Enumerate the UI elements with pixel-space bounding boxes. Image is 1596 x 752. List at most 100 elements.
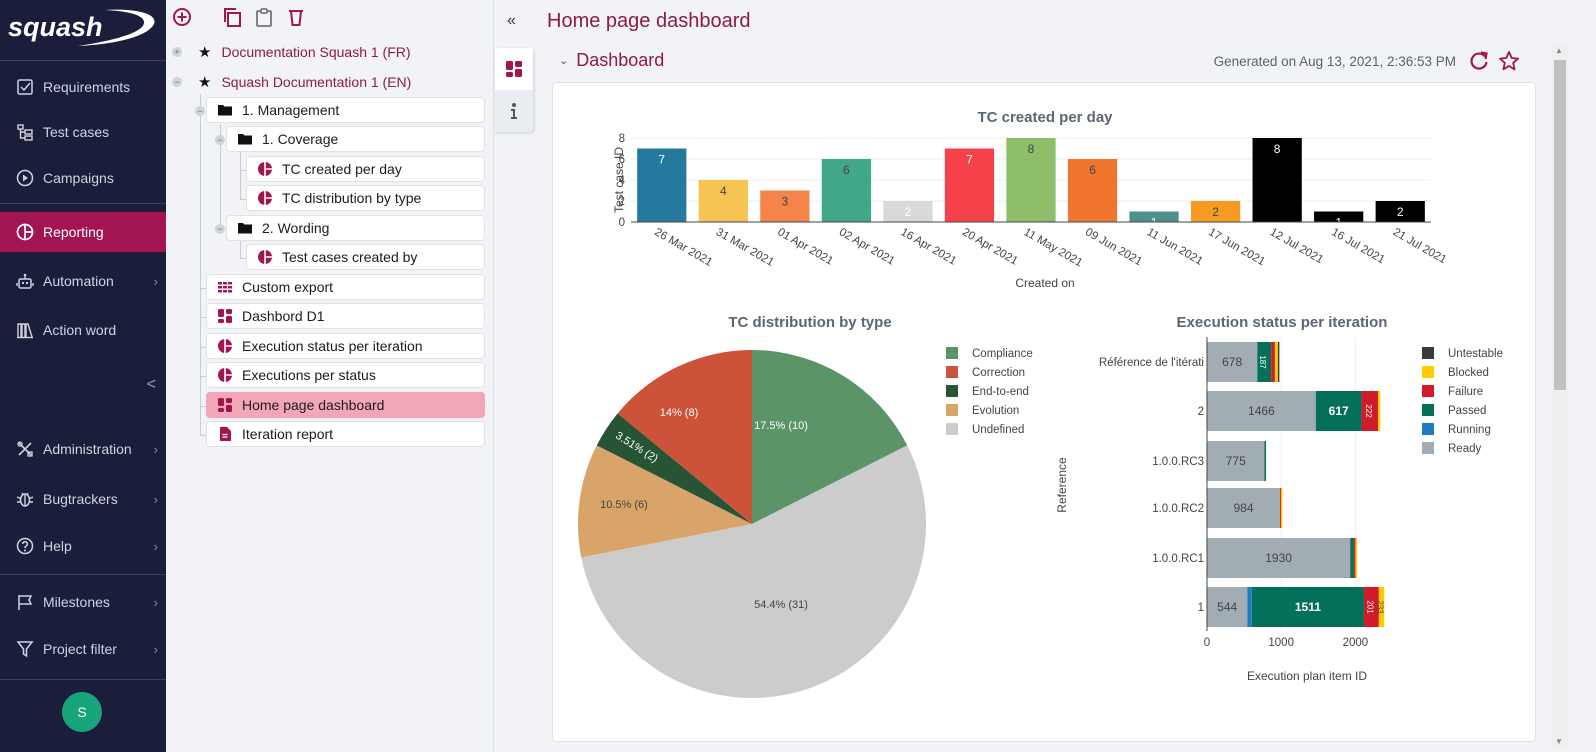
tree-node-dashboard[interactable]: Home page dashboard bbox=[206, 392, 485, 418]
nav-item-test-cases[interactable]: Test cases bbox=[0, 112, 166, 152]
nav-item-label: Project filter bbox=[43, 641, 117, 657]
y-tick-label: 1.0.0.RC3 bbox=[1152, 456, 1204, 468]
legend-label: Undefined bbox=[972, 424, 1024, 436]
nav-item-label: Campaigns bbox=[43, 170, 114, 186]
nav-item-campaigns[interactable]: Campaigns bbox=[0, 158, 166, 198]
paste-icon[interactable] bbox=[254, 6, 274, 28]
x-tick-label: 16 Jul 2021 bbox=[1329, 226, 1387, 266]
tree-node-folder[interactable]: 2. Wording bbox=[226, 215, 485, 241]
dashboard-icon bbox=[218, 398, 232, 412]
y-tick-label: 1.0.0.RC1 bbox=[1152, 553, 1204, 565]
nav-item-label: Milestones bbox=[43, 594, 110, 610]
x-tick-label: 26 Mar 2021 bbox=[652, 226, 714, 269]
star-icon: ★ bbox=[198, 44, 212, 61]
tree-node-chart[interactable]: Execution status per iteration bbox=[206, 333, 485, 359]
nav-divider bbox=[0, 203, 166, 204]
tree-node-label: Iteration report bbox=[242, 426, 334, 442]
legend-swatch bbox=[946, 423, 958, 435]
tree-node-report[interactable]: Iteration report bbox=[206, 421, 485, 447]
bar-segment-label: 775 bbox=[1226, 454, 1246, 468]
tree-node-label: Executions per status bbox=[242, 367, 376, 383]
bar-segment bbox=[1247, 587, 1252, 627]
tab-information[interactable] bbox=[495, 90, 533, 132]
add-circle-icon[interactable] bbox=[172, 6, 192, 28]
tree-node-folder[interactable]: 1. Management bbox=[206, 97, 485, 123]
user-avatar[interactable]: S bbox=[62, 692, 102, 732]
favorite-star-icon[interactable] bbox=[1498, 50, 1520, 72]
bar-value-label: 6 bbox=[1089, 163, 1096, 177]
bar-segment bbox=[1355, 538, 1357, 578]
bar-segment bbox=[1353, 538, 1356, 578]
x-axis-label: Created on bbox=[1015, 276, 1074, 290]
nav-item-requirements[interactable]: Requirements bbox=[0, 67, 166, 107]
legend-label: Untestable bbox=[1448, 348, 1503, 360]
squash-logo[interactable]: squash bbox=[8, 6, 158, 48]
nav-item-milestones[interactable]: Milestones › bbox=[0, 582, 166, 622]
collapse-toggle[interactable]: − bbox=[195, 106, 205, 116]
tree-structure-icon bbox=[17, 124, 33, 141]
nav-item-administration[interactable]: Administration › bbox=[0, 429, 166, 469]
collapse-toggle[interactable]: − bbox=[215, 224, 225, 234]
refresh-icon[interactable] bbox=[1468, 50, 1490, 72]
nav-item-label: Reporting bbox=[43, 224, 104, 240]
legend-label: Correction bbox=[972, 367, 1025, 379]
bar-value-label: 4 bbox=[720, 184, 727, 198]
tree-project[interactable]: + ★ Documentation Squash 1 (FR) bbox=[166, 40, 411, 64]
pie-slice-label: 14% (8) bbox=[660, 407, 699, 419]
bar-value-label: 7 bbox=[966, 153, 973, 167]
tree-node-label: Home page dashboard bbox=[242, 397, 385, 413]
nav-item-bugtrackers[interactable]: Bugtrackers › bbox=[0, 479, 166, 519]
collapse-tree-button[interactable]: « bbox=[507, 12, 516, 30]
tree-node-chart[interactable]: TC created per day bbox=[246, 156, 485, 182]
tree-node-chart[interactable]: Test cases created by bbox=[246, 244, 485, 270]
tree-node-chart[interactable]: TC distribution by type bbox=[246, 185, 485, 211]
bar-segment-label: 617 bbox=[1329, 404, 1349, 418]
bar-segment-label: 187 bbox=[1258, 355, 1267, 369]
nav-item-automation[interactable]: Automation › bbox=[0, 261, 166, 301]
nav-item-reporting[interactable]: Reporting bbox=[0, 212, 166, 252]
collapse-toggle[interactable]: − bbox=[215, 135, 225, 145]
collapse-toggle[interactable]: − bbox=[172, 77, 182, 87]
tree-node-dashboard[interactable]: Dashbord D1 bbox=[206, 303, 485, 329]
legend-label: Evolution bbox=[972, 405, 1019, 417]
legend-label: Blocked bbox=[1448, 367, 1489, 379]
tree-node-label: 1. Management bbox=[242, 102, 340, 118]
delete-icon[interactable] bbox=[286, 6, 306, 28]
legend-label: Running bbox=[1448, 424, 1491, 436]
copy-icon[interactable] bbox=[222, 6, 242, 28]
tree-node-label: Dashbord D1 bbox=[242, 308, 325, 324]
nav-item-label: Requirements bbox=[43, 79, 131, 95]
play-circle-icon bbox=[16, 169, 34, 187]
legend-swatch bbox=[1422, 347, 1434, 359]
expand-toggle[interactable]: + bbox=[172, 47, 182, 57]
collapse-nav-button[interactable]: < bbox=[147, 376, 156, 394]
x-tick-label: 02 Apr 2021 bbox=[837, 226, 897, 267]
custom-export-icon bbox=[218, 282, 232, 293]
scroll-up-arrow[interactable]: ▲ bbox=[1555, 46, 1563, 55]
tree-node-label: 2. Wording bbox=[262, 220, 330, 236]
tree-project[interactable]: − ★ Squash Documentation 1 (EN) bbox=[166, 70, 411, 94]
bar-value-label: 7 bbox=[658, 153, 665, 167]
nav-item-project-filter[interactable]: Project filter › bbox=[0, 629, 166, 669]
tree-node-export[interactable]: Custom export bbox=[206, 274, 485, 300]
bar-segment bbox=[1280, 488, 1283, 528]
flag-icon bbox=[18, 595, 33, 610]
chart-icon bbox=[258, 250, 272, 264]
tree-node-chart[interactable]: Executions per status bbox=[206, 362, 485, 388]
legend-swatch bbox=[946, 385, 958, 397]
tab-dashboard[interactable] bbox=[495, 48, 533, 90]
scroll-down-arrow[interactable]: ▼ bbox=[1555, 737, 1563, 746]
bar-segment bbox=[1378, 391, 1381, 431]
page-scrollbar[interactable]: ▲ ▼ bbox=[1552, 44, 1568, 748]
filter-icon bbox=[16, 641, 34, 658]
legend-swatch bbox=[1422, 442, 1434, 454]
dashboard-section-toggle[interactable]: ⌄ Dashboard bbox=[559, 50, 664, 71]
x-tick-label: 17 Jun 2021 bbox=[1206, 226, 1267, 268]
nav-item-action-word[interactable]: Action word bbox=[0, 310, 166, 350]
legend-swatch bbox=[1422, 366, 1434, 378]
scroll-thumb[interactable] bbox=[1554, 60, 1566, 390]
nav-item-help[interactable]: Help › bbox=[0, 526, 166, 566]
tree-node-folder[interactable]: 1. Coverage bbox=[226, 126, 485, 152]
tree-node-label: Custom export bbox=[242, 279, 334, 295]
chevron-right-icon: › bbox=[153, 441, 158, 457]
